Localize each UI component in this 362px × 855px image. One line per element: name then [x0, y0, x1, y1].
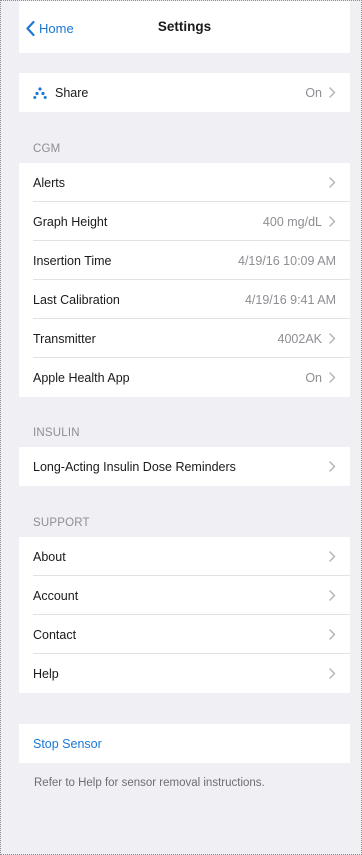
share-label: Share: [55, 85, 89, 100]
row-label: Insertion Time: [33, 253, 112, 268]
chevron-right-icon: [328, 551, 336, 562]
share-value: On: [305, 85, 322, 100]
row-value: 400 mg/dL: [262, 214, 322, 229]
settings-row-contact[interactable]: Contact: [19, 615, 350, 654]
settings-row-last-calibration: Last Calibration 4/19/16 9:41 AM: [19, 280, 350, 319]
row-value: 4002AK: [277, 331, 322, 346]
stop-sensor-label: Stop Sensor: [33, 736, 102, 751]
settings-row-insulin-reminders[interactable]: Long-Acting Insulin Dose Reminders: [19, 447, 350, 486]
settings-row-alerts[interactable]: Alerts: [19, 163, 350, 202]
share-dots-icon: [33, 86, 47, 99]
row-value: On: [305, 370, 322, 385]
row-label: Long-Acting Insulin Dose Reminders: [33, 459, 236, 474]
row-value: 4/19/16 9:41 AM: [244, 292, 336, 307]
chevron-right-icon: [328, 590, 336, 601]
chevron-right-icon: [328, 87, 336, 98]
settings-row-account[interactable]: Account: [19, 576, 350, 615]
row-label: Help: [33, 666, 59, 681]
stop-sensor-footnote: Refer to Help for sensor removal instruc…: [34, 777, 265, 789]
chevron-right-icon: [328, 216, 336, 227]
settings-row-graph-height[interactable]: Graph Height 400 mg/dL: [19, 202, 350, 241]
section-header-support: SUPPORT: [33, 517, 90, 529]
row-label: Graph Height: [33, 214, 108, 229]
page-title: Settings: [157, 19, 212, 34]
settings-screen: Home Settings Share On CGM Alerts Graph …: [0, 0, 362, 855]
chevron-right-icon: [328, 372, 336, 383]
chevron-right-icon: [328, 461, 336, 472]
settings-row-help[interactable]: Help: [19, 654, 350, 693]
chevron-right-icon: [328, 333, 336, 344]
section-header-insulin: INSULIN: [33, 427, 80, 439]
share-row[interactable]: Share On: [19, 73, 350, 112]
chevron-right-icon: [328, 668, 336, 679]
settings-row-insertion-time: Insertion Time 4/19/16 10:09 AM: [19, 241, 350, 280]
row-label: Account: [33, 588, 79, 603]
row-label: Apple Health App: [33, 370, 130, 385]
chevron-right-icon: [328, 629, 336, 640]
stop-sensor-button[interactable]: Stop Sensor: [19, 724, 350, 763]
chevron-right-icon: [328, 177, 336, 188]
settings-row-apple-health-app[interactable]: Apple Health App On: [19, 358, 350, 397]
settings-row-about[interactable]: About: [19, 537, 350, 576]
row-label: Last Calibration: [33, 292, 120, 307]
settings-row-transmitter[interactable]: Transmitter 4002AK: [19, 319, 350, 358]
row-label: Alerts: [33, 175, 65, 190]
navigation-bar: Home Settings: [19, 1, 350, 53]
row-value: 4/19/16 10:09 AM: [238, 253, 336, 268]
section-header-cgm: CGM: [33, 143, 61, 155]
row-label: About: [33, 549, 66, 564]
row-label: Transmitter: [33, 331, 96, 346]
row-label: Contact: [33, 627, 77, 642]
